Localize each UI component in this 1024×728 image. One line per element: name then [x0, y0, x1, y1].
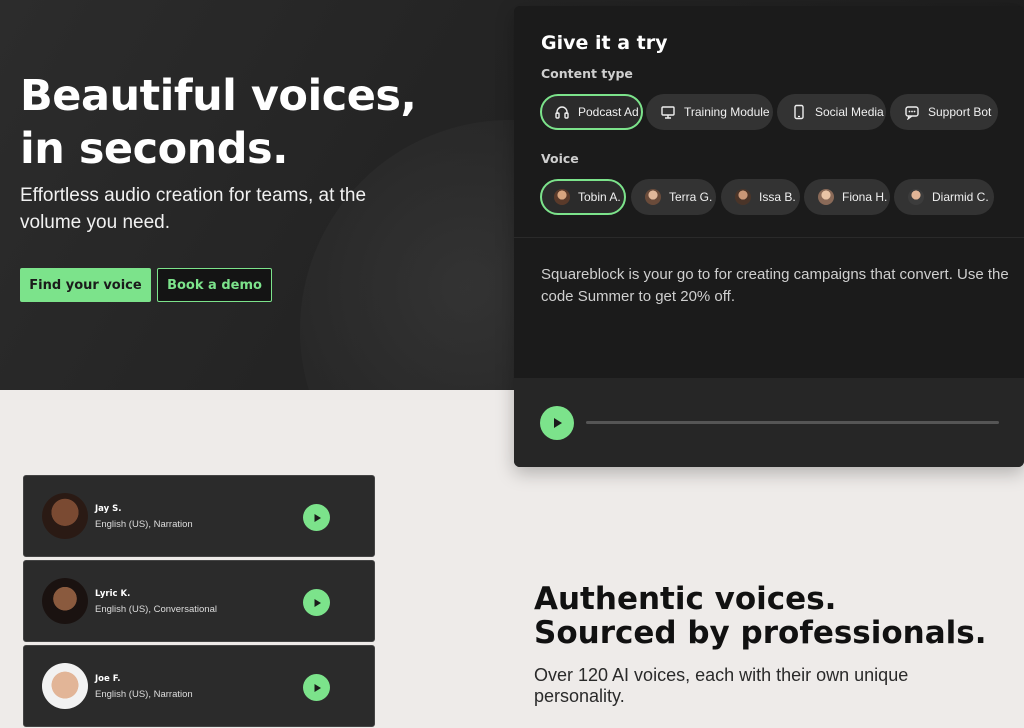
chip-social-media[interactable]: Social Media: [777, 94, 886, 130]
play-icon: [314, 598, 321, 607]
audio-progress-track[interactable]: [586, 421, 999, 424]
try-panel-header: Give it a try Content type Podcast Ad Tr…: [514, 6, 1024, 237]
chip-label: Fiona H.: [842, 190, 888, 204]
play-button[interactable]: [540, 406, 574, 440]
voice-meta: English (US), Narration: [95, 689, 193, 700]
avatar: [42, 578, 88, 624]
hero-title: Beautiful voices, in seconds.: [20, 70, 460, 176]
hero-subtitle: Effortless audio creation for teams, at …: [20, 185, 367, 233]
hero-title-line1: Beautiful voices,: [20, 71, 417, 121]
voice-card: Jay S. English (US), Narration: [23, 475, 375, 557]
chip-voice-tobin[interactable]: Tobin A.: [540, 179, 626, 215]
chip-label: Tobin A.: [578, 190, 621, 204]
voice-play-button[interactable]: [303, 674, 330, 701]
chip-voice-fiona[interactable]: Fiona H.: [804, 179, 890, 215]
try-panel: Give it a try Content type Podcast Ad Tr…: [514, 6, 1024, 467]
voice-card: Lyric K. English (US), Conversational: [23, 560, 375, 642]
authentic-subtitle: Over 120 AI voices, each with their own …: [534, 665, 909, 706]
avatar: [42, 493, 88, 539]
voice-meta: English (US), Conversational: [95, 604, 217, 615]
voice-name: Jay S.: [95, 504, 122, 514]
avatar: [554, 189, 570, 205]
voice-card: Joe F. English (US), Narration: [23, 645, 375, 727]
voice-name: Lyric K.: [95, 589, 131, 599]
authentic-title-line2: Sourced by professionals.: [534, 615, 987, 651]
avatar: [735, 189, 751, 205]
chip-voice-terra[interactable]: Terra G.: [631, 179, 716, 215]
chip-voice-diarmid[interactable]: Diarmid C.: [894, 179, 994, 215]
play-icon: [314, 683, 321, 692]
chip-voice-issa[interactable]: Issa B.: [721, 179, 800, 215]
voice-play-button[interactable]: [303, 589, 330, 616]
find-your-voice-button[interactable]: Find your voice: [20, 268, 151, 302]
phone-icon: [794, 104, 804, 120]
authentic-title: Authentic voices. Sourced by professiona…: [534, 582, 1014, 650]
voice-label: Voice: [541, 151, 579, 166]
voice-name: Joe F.: [95, 674, 121, 684]
voice-meta: English (US), Narration: [95, 519, 193, 530]
voice-play-button[interactable]: [303, 504, 330, 531]
play-icon: [314, 513, 321, 522]
chip-training-module[interactable]: Training Module: [646, 94, 773, 130]
chip-label: Podcast Ad: [578, 105, 639, 119]
avatar: [645, 189, 661, 205]
play-icon: [554, 418, 562, 428]
try-panel-title: Give it a try: [541, 32, 668, 54]
chip-label: Training Module: [684, 105, 770, 119]
headphones-icon: [555, 106, 569, 119]
chip-label: Social Media: [815, 105, 884, 119]
avatar: [42, 663, 88, 709]
chip-support-bot[interactable]: Support Bot: [890, 94, 998, 130]
chip-label: Issa B.: [759, 190, 796, 204]
panel-divider: [514, 237, 1024, 238]
presentation-icon: [661, 106, 675, 119]
chip-podcast-ad[interactable]: Podcast Ad: [540, 94, 643, 130]
chip-label: Terra G.: [669, 190, 713, 204]
avatar: [908, 189, 924, 205]
chip-label: Support Bot: [928, 105, 992, 119]
audio-player: [514, 378, 1024, 467]
authentic-title-line1: Authentic voices.: [534, 581, 837, 617]
content-type-label: Content type: [541, 66, 633, 81]
chat-icon: [905, 106, 919, 120]
chip-label: Diarmid C.: [932, 190, 989, 204]
script-text[interactable]: Squareblock is your go to for creating c…: [541, 264, 1011, 308]
avatar: [818, 189, 834, 205]
hero-title-line2: in seconds.: [20, 124, 288, 174]
book-a-demo-button[interactable]: Book a demo: [157, 268, 272, 302]
